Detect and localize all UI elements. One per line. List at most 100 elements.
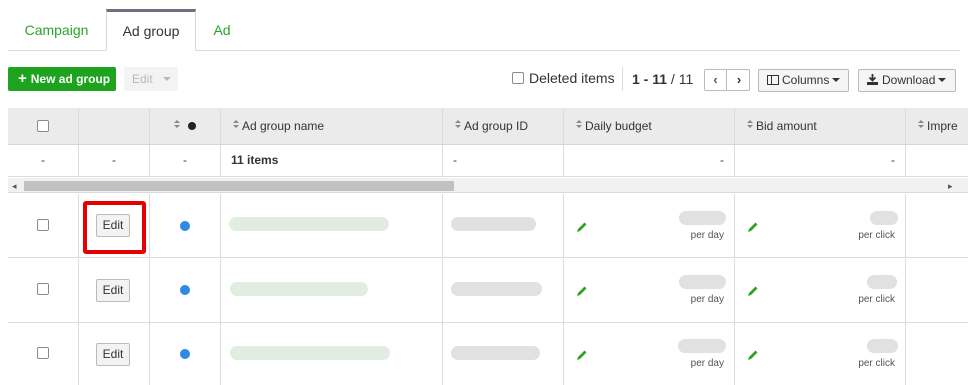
scroll-left-icon[interactable]: ◂: [12, 181, 17, 192]
sort-icon: [455, 120, 461, 130]
edit-dropdown-label: Edit: [132, 72, 153, 86]
row-edit-cell: Edit: [79, 323, 150, 385]
row-checkbox[interactable]: [37, 219, 49, 231]
tab-campaign[interactable]: Campaign: [8, 9, 105, 51]
per-day-label: per day: [690, 230, 724, 241]
row-id-cell: [443, 323, 564, 385]
header-edit-col: [79, 108, 150, 144]
scroll-right-icon[interactable]: ▸: [948, 181, 953, 192]
caret-down-icon: [163, 77, 171, 81]
ad-group-id-value: [451, 282, 542, 296]
header-status[interactable]: [150, 108, 221, 144]
deleted-items-toggle[interactable]: Deleted items: [512, 70, 615, 86]
header-impressions[interactable]: Impre: [906, 108, 968, 144]
sort-icon: [918, 120, 924, 130]
pencil-icon[interactable]: [576, 349, 588, 361]
scrollbar-thumb[interactable]: [24, 181, 454, 191]
header-select-all: [8, 108, 79, 144]
row-edit-button[interactable]: Edit: [96, 343, 130, 366]
pencil-icon[interactable]: [747, 285, 759, 297]
deleted-items-checkbox[interactable]: [512, 72, 524, 84]
pencil-icon[interactable]: [576, 221, 588, 233]
header-ad-group-name[interactable]: Ad group name: [221, 108, 443, 144]
row-name-cell: [221, 259, 443, 322]
chevron-right-icon: ›: [736, 72, 742, 87]
new-ad-group-button[interactable]: + New ad group: [8, 67, 116, 91]
row-impressions-cell: [906, 323, 968, 385]
summary-item-count: 11 items: [221, 145, 443, 176]
download-label: Download: [882, 73, 936, 87]
select-all-checkbox[interactable]: [37, 120, 49, 132]
sort-icon: [174, 120, 180, 130]
daily-budget-value: [679, 211, 726, 225]
row-select-cell: [8, 194, 79, 257]
status-dot-icon: [180, 285, 190, 295]
download-button[interactable]: Download: [858, 69, 956, 92]
table-row: Edit per day per click: [8, 194, 968, 258]
plus-icon: +: [18, 70, 27, 87]
tab-ad-group[interactable]: Ad group: [106, 9, 196, 51]
columns-icon: [767, 75, 779, 85]
row-edit-cell: Edit: [79, 259, 150, 322]
row-status-cell: [150, 323, 221, 385]
summary-cell: -: [564, 145, 735, 176]
bid-amount-value: [867, 275, 897, 289]
pencil-icon[interactable]: [747, 221, 759, 233]
status-dot-icon: [180, 349, 190, 359]
table-row: Edit per day per click: [8, 259, 968, 323]
row-budget-cell: per day: [564, 259, 735, 322]
row-bid-cell: per click: [735, 323, 906, 385]
toolbar-divider: [622, 67, 623, 91]
ad-group-name-link[interactable]: [229, 217, 389, 231]
row-bid-cell: per click: [735, 259, 906, 322]
header-bid-amount-label: Bid amount: [756, 119, 817, 133]
row-select-cell: [8, 259, 79, 322]
pencil-icon[interactable]: [747, 349, 759, 361]
header-ad-group-name-label: Ad group name: [242, 119, 325, 133]
table-header: Ad group name Ad group ID Daily budget B…: [8, 108, 968, 145]
caret-down-icon: [832, 78, 841, 82]
page-total: / 11: [670, 71, 694, 87]
header-daily-budget[interactable]: Daily budget: [564, 108, 735, 144]
edit-dropdown-button[interactable]: Edit: [124, 67, 178, 91]
summary-cell: -: [443, 145, 564, 176]
row-status-cell: [150, 194, 221, 257]
row-status-cell: [150, 259, 221, 322]
ad-group-name-link[interactable]: [230, 282, 368, 296]
summary-cell: -: [79, 145, 150, 176]
pagination-controls: ‹ ›: [704, 69, 750, 91]
columns-button[interactable]: Columns: [758, 69, 849, 92]
ad-group-name-link[interactable]: [230, 346, 390, 360]
sort-icon: [233, 120, 239, 130]
summary-cell: -: [150, 145, 221, 176]
row-impressions-cell: [906, 259, 968, 322]
row-impressions-cell: [906, 194, 968, 257]
daily-budget-value: [679, 275, 726, 289]
header-ad-group-id[interactable]: Ad group ID: [443, 108, 564, 144]
new-ad-group-label: New ad group: [30, 72, 111, 86]
row-checkbox[interactable]: [37, 347, 49, 359]
horizontal-scrollbar[interactable]: ◂ ▸: [8, 178, 968, 193]
pencil-icon[interactable]: [576, 285, 588, 297]
pagination-info: 1 - 11 / 11: [632, 71, 693, 87]
header-bid-amount[interactable]: Bid amount: [735, 108, 906, 144]
next-page-button[interactable]: ›: [728, 70, 750, 90]
caret-down-icon: [938, 78, 947, 82]
prev-page-button[interactable]: ‹: [705, 70, 727, 90]
status-dot-icon: [188, 122, 196, 130]
per-day-label: per day: [690, 294, 724, 305]
row-budget-cell: per day: [564, 194, 735, 257]
header-daily-budget-label: Daily budget: [585, 119, 652, 133]
row-edit-button[interactable]: Edit: [96, 279, 130, 302]
tab-ad[interactable]: Ad: [197, 9, 247, 51]
download-icon: [867, 74, 878, 85]
status-dot-icon: [180, 221, 190, 231]
chevron-left-icon: ‹: [713, 72, 718, 87]
edit-button-highlight: [83, 201, 146, 254]
deleted-items-label: Deleted items: [529, 70, 615, 86]
per-click-label: per click: [858, 230, 895, 241]
table-row: Edit per day per click: [8, 323, 968, 385]
row-budget-cell: per day: [564, 323, 735, 385]
summary-cell: -: [735, 145, 906, 176]
row-checkbox[interactable]: [37, 283, 49, 295]
